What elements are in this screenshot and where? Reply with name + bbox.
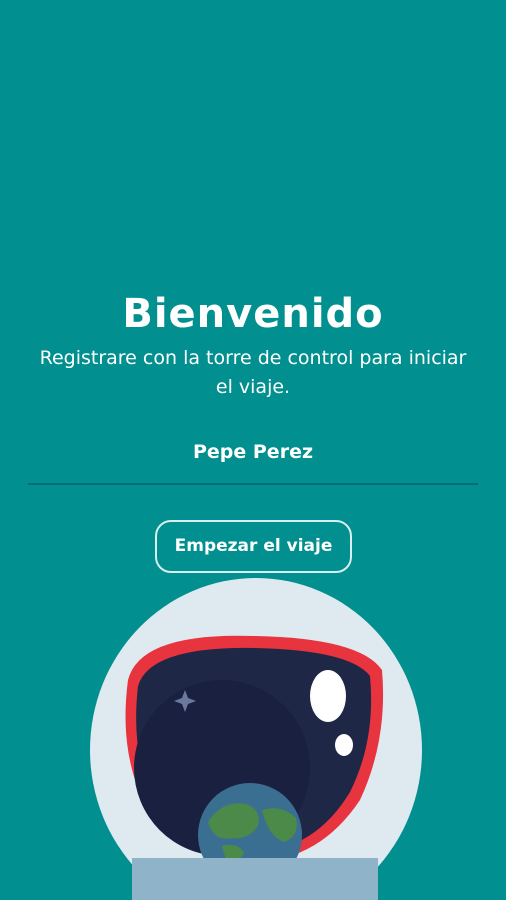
welcome-subtitle: Registrare con la torre de control para … [39,347,467,398]
visor-highlight-large [310,670,346,722]
astronaut-helmet-illustration [90,578,422,900]
name-input[interactable]: Pepe Perez [28,428,478,485]
name-input-value: Pepe Perez [192,441,314,463]
visor-highlight-small [335,734,353,756]
welcome-screen: Bienvenido Registrare con la torre de co… [0,0,506,900]
welcome-title: Bienvenido [122,291,384,337]
suit-collar [132,858,378,900]
